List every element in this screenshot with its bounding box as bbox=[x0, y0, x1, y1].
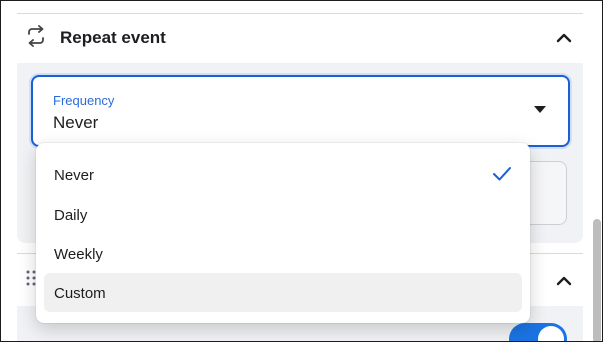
section-title: Repeat event bbox=[60, 28, 166, 47]
menu-item-label: Daily bbox=[54, 207, 88, 224]
menu-item-label: Never bbox=[54, 167, 95, 184]
frequency-select[interactable]: Frequency Never bbox=[31, 75, 570, 147]
scrollbar-thumb[interactable] bbox=[593, 219, 601, 341]
frequency-label: Frequency bbox=[53, 93, 115, 108]
toggle-knob bbox=[538, 326, 564, 341]
caret-down-icon bbox=[534, 106, 546, 113]
menu-item-weekly[interactable]: Weekly bbox=[44, 234, 522, 273]
toggle-switch[interactable] bbox=[509, 323, 567, 341]
repeat-event-header[interactable]: Repeat event bbox=[17, 15, 583, 61]
menu-item-label: Custom bbox=[54, 285, 106, 302]
chevron-up-icon[interactable] bbox=[555, 29, 573, 47]
menu-item-custom[interactable]: Custom bbox=[44, 273, 522, 312]
top-divider bbox=[17, 13, 583, 14]
menu-item-daily[interactable]: Daily bbox=[44, 195, 522, 234]
checkmark-icon bbox=[493, 167, 511, 181]
frequency-value: Never bbox=[53, 113, 99, 132]
chevron-up-icon[interactable] bbox=[555, 272, 573, 290]
repeat-icon bbox=[28, 25, 44, 47]
frequency-dropdown-menu: Never Daily Weekly Custom bbox=[36, 143, 530, 323]
drag-handle-icon[interactable] bbox=[26, 270, 36, 286]
repeat-event-panel: Repeat event Frequency Never Never Daily… bbox=[0, 0, 603, 342]
menu-item-never[interactable]: Never bbox=[44, 153, 522, 195]
menu-item-label: Weekly bbox=[54, 246, 103, 263]
